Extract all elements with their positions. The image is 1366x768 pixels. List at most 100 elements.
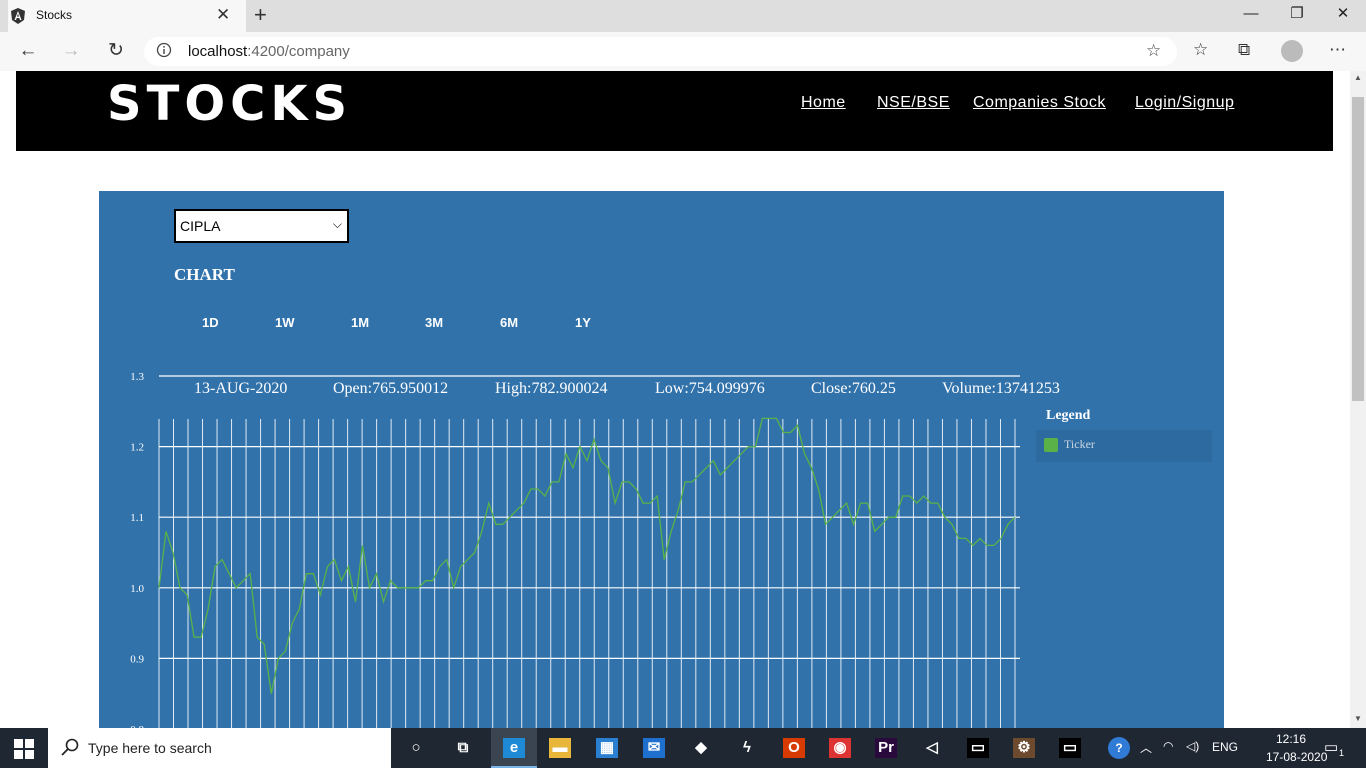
range-1m-button[interactable]: 1M [351,315,369,330]
edge-icon[interactable]: e [491,728,537,768]
cortana-icon[interactable]: ○ [393,728,439,768]
cortana-icon-glyph: ○ [405,738,427,758]
tray-expand-icon[interactable]: ︿ [1140,739,1152,756]
info-close: Close:760.25 [811,380,896,397]
vscode-icon[interactable]: ◁ [909,728,955,768]
chrome-icon[interactable]: ◉ [817,728,863,768]
close-window-button[interactable]: ✕ [1320,0,1366,30]
windows-start-icon[interactable] [14,739,34,759]
clock-date[interactable]: 17-08-2020 [1266,750,1327,764]
task-view-icon[interactable]: ⧉ [440,728,486,768]
range-3m-button[interactable]: 3M [425,315,443,330]
site-header: STOCKS Home NSE/BSE Companies Stock Logi… [16,71,1333,151]
search-icon [61,738,79,756]
clock-time[interactable]: 12:16 [1276,732,1306,746]
store-icon[interactable]: ▦ [584,728,630,768]
horizontal-grid [159,375,1020,659]
notification-count: 1 [1339,748,1345,758]
url-text[interactable]: localhost:4200/company [188,43,350,60]
company-select-value: CIPLA [180,218,221,234]
range-1y-button[interactable]: 1Y [575,315,591,330]
terminal-icon[interactable]: ▭ [955,728,1001,768]
info-high: High:782.900024 [495,380,608,397]
edge-icon-glyph: e [503,738,525,758]
scroll-down-icon[interactable]: ▼ [1350,712,1366,726]
tab-title: Stocks [36,8,73,22]
settings-gear-app-icon[interactable]: ⚙ [1001,728,1047,768]
network-icon[interactable]: ◠ [1163,739,1173,753]
mail-icon-glyph: ✉ [643,738,665,758]
nav-link-login-signup[interactable]: Login/Signup [1135,94,1234,112]
help-icon[interactable]: ? [1108,737,1130,759]
office-icon-glyph: O [783,738,805,758]
ticker-series-line [158,417,1016,694]
store-icon-glyph: ▦ [596,738,618,758]
file-explorer-icon-glyph: ▬ [549,738,571,758]
url-host: localhost [188,43,248,60]
forward-icon[interactable]: → [57,38,85,66]
y-tick-label: 1.0 [130,583,144,595]
y-tick-label: 0.9 [130,653,144,665]
legend-label: Ticker [1064,437,1095,451]
stock-panel: CIPLA ⌵ CHART 1D 1W 1M 3M 6M 1Y 1.3 1.2 1.… [99,191,1224,728]
nav-link-companies-stock[interactable]: Companies Stock [973,94,1106,112]
settings-gear-app-icon-glyph: ⚙ [1013,738,1035,758]
legend-title: Legend [1046,408,1091,423]
chrome-icon-glyph: ◉ [829,738,851,758]
scrollbar-thumb[interactable] [1352,97,1364,401]
profile-avatar[interactable] [1281,40,1303,62]
more-menu-icon[interactable]: ⋯ [1329,40,1346,60]
minimize-button[interactable]: — [1228,0,1274,30]
chevron-down-icon: ⌵ [332,217,342,231]
info-open: Open:765.950012 [333,380,449,397]
scroll-up-icon[interactable]: ▲ [1350,71,1366,85]
file-explorer-icon[interactable]: ▬ [537,728,583,768]
taskbar-search-box[interactable]: Type here to search [48,728,391,768]
mail-icon[interactable]: ✉ [631,728,677,768]
y-tick-label: 1.3 [130,371,144,383]
url-path: :4200/company [247,43,350,60]
page-viewport: STOCKS Home NSE/BSE Companies Stock Logi… [0,71,1350,728]
dropbox-icon[interactable]: ◆ [678,728,724,768]
info-volume: Volume:13741253 [942,380,1060,397]
legend-swatch [1044,438,1058,452]
range-1w-button[interactable]: 1W [275,315,295,330]
collections-icon[interactable]: ⧉ [1238,40,1250,60]
premiere-pro-icon-glyph: Pr [875,738,897,758]
chart-heading: CHART [174,265,235,284]
info-date: 13-AUG-2020 [194,380,288,397]
price-chart: 1.31.21.11.00.90.8 [130,371,1020,728]
dropbox-icon-glyph: ◆ [690,738,712,758]
premiere-pro-icon[interactable]: Pr [863,728,909,768]
legend-item[interactable]: Ticker [1036,430,1212,462]
task-view-icon-glyph: ⧉ [452,738,474,758]
angular-logo-icon [11,8,25,24]
language-indicator[interactable]: ENG [1212,740,1238,754]
notification-icon[interactable]: ▭ [1324,738,1338,756]
back-icon[interactable]: ← [14,38,42,66]
volume-icon[interactable]: ◁) [1186,739,1199,753]
range-6m-button[interactable]: 6M [500,315,518,330]
new-tab-button[interactable]: + [254,2,267,28]
vscode-icon-glyph: ◁ [921,738,943,758]
tab-close-icon[interactable]: ✕ [216,5,230,25]
refresh-icon[interactable]: ↻ [102,38,130,66]
y-tick-label: 1.1 [130,512,144,524]
bolt-app-icon[interactable]: ϟ [724,728,770,768]
office-icon[interactable]: O [771,728,817,768]
nav-link-nse-bse[interactable]: NSE/BSE [877,94,950,112]
site-info-icon[interactable] [156,42,172,58]
search-placeholder: Type here to search [88,740,212,756]
company-select[interactable]: CIPLA ⌵ [174,209,349,243]
y-axis-ticks: 1.31.21.11.00.90.8 [130,371,144,728]
terminal-icon[interactable]: ▭ [1047,728,1093,768]
restore-button[interactable]: ❐ [1274,0,1320,30]
favorites-list-icon[interactable]: ☆ [1193,40,1208,60]
nav-link-home[interactable]: Home [801,94,846,112]
bolt-app-icon-glyph: ϟ [736,738,758,758]
range-1d-button[interactable]: 1D [202,315,219,330]
vertical-grid [158,419,1016,728]
site-logo[interactable]: STOCKS [107,76,352,132]
terminal-icon-glyph: ▭ [1059,738,1081,758]
favorite-star-icon[interactable]: ☆ [1146,41,1161,61]
